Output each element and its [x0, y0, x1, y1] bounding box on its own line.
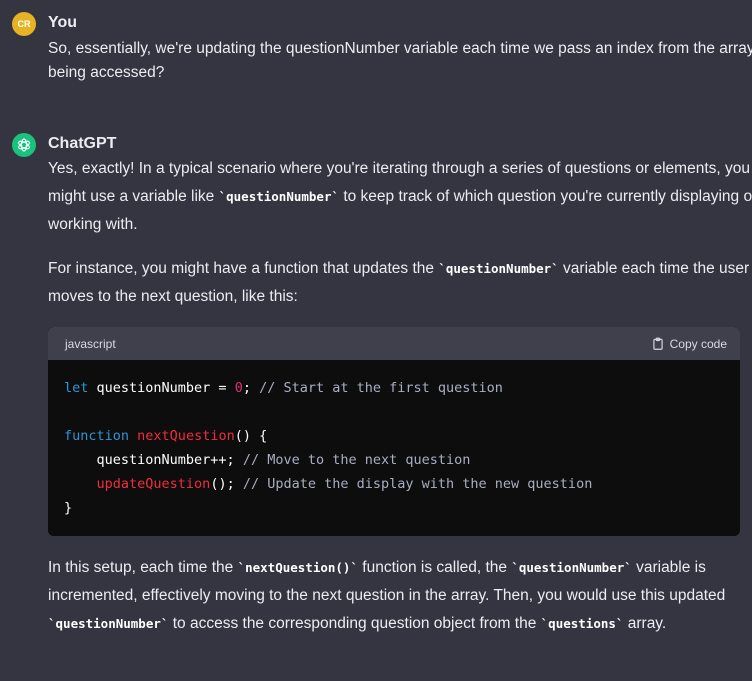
assistant-paragraph-2: For instance, you might have a function …	[48, 260, 750, 305]
inline-code: `questionNumber`	[438, 261, 559, 276]
user-name: You	[48, 14, 78, 31]
inline-code: `questionNumber`	[218, 189, 340, 204]
assistant-message: ChatGPT Yes, exactly! In a typical scena…	[0, 133, 752, 638]
code-block-header: javascript Copy code	[48, 327, 740, 360]
code-block: javascript Copy code let questionNumber …	[48, 327, 740, 536]
openai-logo-icon	[12, 133, 36, 157]
assistant-name: ChatGPT	[48, 135, 117, 152]
inline-code: `questionNumber`	[511, 560, 632, 575]
user-message: CR You So, essentially, we're updating t…	[0, 12, 752, 85]
assistant-paragraph-3: In this setup, each time the `nextQuesti…	[48, 559, 726, 632]
user-avatar-icon: CR	[12, 12, 36, 36]
clipboard-icon	[652, 337, 663, 350]
user-avatar-initials: CR	[17, 19, 31, 29]
code-body: let questionNumber = 0; // Start at the …	[48, 360, 740, 536]
inline-code: `questions`	[540, 616, 624, 631]
inline-code: `questionNumber`	[48, 616, 169, 631]
copy-code-label: Copy code	[669, 337, 727, 351]
user-message-text: So, essentially, we're updating the ques…	[48, 40, 752, 81]
inline-code: `nextQuestion()`	[237, 560, 358, 575]
copy-code-button[interactable]: Copy code	[651, 337, 727, 351]
code-language-label: javascript	[65, 337, 116, 351]
assistant-paragraph-1: Yes, exactly! In a typical scenario wher…	[48, 160, 752, 233]
